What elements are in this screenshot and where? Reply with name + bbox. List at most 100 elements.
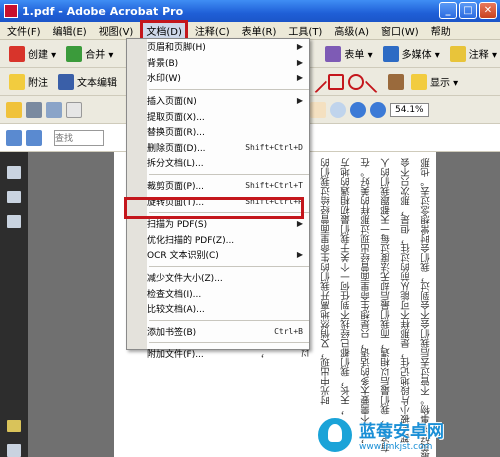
print-icon[interactable] xyxy=(26,101,42,118)
menu-item-label: 扫描为 PDF(S) xyxy=(147,220,208,231)
comments-panel-icon[interactable] xyxy=(7,419,21,433)
multimedia-icon xyxy=(382,45,399,62)
menu-separator xyxy=(149,319,309,321)
menu-window[interactable]: 窗口(W) xyxy=(376,22,424,39)
forms-button[interactable]: 表单 ▾ xyxy=(322,44,375,64)
bookmarks-panel-icon[interactable] xyxy=(7,190,21,204)
menu-edit[interactable]: 编辑(E) xyxy=(48,22,92,39)
menu-tools[interactable]: 工具(T) xyxy=(283,22,327,39)
hand-tool-icon[interactable] xyxy=(310,101,326,118)
email-icon[interactable] xyxy=(66,101,82,118)
zoom-level-field[interactable]: 54.1% xyxy=(390,102,429,117)
menu-separator xyxy=(149,265,309,267)
submenu-arrow-icon: ▶ xyxy=(296,57,303,67)
menu-view[interactable]: 视图(V) xyxy=(94,22,139,39)
document-menu-item[interactable]: 比较文档(A)... xyxy=(147,301,309,317)
show-button[interactable]: 显示 ▾ xyxy=(408,72,461,92)
menu-comments[interactable]: 注释(C) xyxy=(190,22,235,39)
rotate-highlight-box xyxy=(124,197,304,219)
document-menu-item[interactable]: 检查文档(I)... xyxy=(147,285,309,301)
menu-item-shortcut: Ctrl+B xyxy=(274,326,303,336)
attachments-panel-icon[interactable] xyxy=(7,444,21,457)
menu-item-label: 裁剪页面(P)... xyxy=(147,182,205,193)
pencil-tool-icon[interactable] xyxy=(364,70,388,93)
zoom-out-icon[interactable] xyxy=(350,101,366,118)
acrobat-app-icon xyxy=(4,4,18,18)
menu-separator xyxy=(149,342,309,344)
menu-icon-strip xyxy=(127,39,147,349)
document-menu-item[interactable]: 删除页面(D)... Shift+Ctrl+D xyxy=(147,140,309,156)
menu-item-label: 优化扫描的 PDF(Z)... xyxy=(147,235,235,246)
menu-forms[interactable]: 表单(R) xyxy=(237,22,282,39)
menu-item-label: 拆分文档(L)... xyxy=(147,159,204,170)
save-icon[interactable] xyxy=(46,101,62,118)
merge-label: 合并 ▾ xyxy=(85,50,114,61)
minimize-button[interactable]: _ xyxy=(439,2,457,19)
rectangle-tool-icon[interactable] xyxy=(328,73,344,90)
document-menu-item[interactable]: 拆分文档(L)... xyxy=(147,155,309,171)
zoom-in-icon[interactable] xyxy=(370,101,386,118)
submenu-arrow-icon: ▶ xyxy=(296,219,303,229)
menu-item-label: 页眉和页脚(H) xyxy=(147,43,206,54)
watermark-url: www.lmkjst.com xyxy=(359,442,433,452)
maximize-button[interactable]: □ xyxy=(459,2,477,19)
menu-item-label: 插入页面(N) xyxy=(147,97,197,108)
document-menu-item[interactable]: 提取页面(X)... xyxy=(147,108,309,124)
show-label: 显示 ▾ xyxy=(430,78,459,89)
menu-separator xyxy=(149,173,309,175)
comment-button[interactable]: 注释 ▾ xyxy=(447,44,500,64)
fit-page-icon[interactable] xyxy=(6,129,22,146)
eraser-tool-icon[interactable] xyxy=(388,73,404,90)
page-text-column: 都会被小片段地记住，是那样不可能从前的过往，但是，那次只不会 xyxy=(401,158,412,443)
window-titlebar: 1.pdf - Adobe Acrobat Pro _ □ ✕ xyxy=(0,0,500,22)
open-folder-icon[interactable] xyxy=(6,101,22,118)
create-button[interactable]: 创建 ▾ xyxy=(6,44,59,64)
menu-help[interactable]: 帮助 xyxy=(426,22,456,39)
navigation-panel xyxy=(0,152,28,457)
document-menu-item[interactable]: 附加文件(F)... xyxy=(147,346,309,362)
create-pdf-icon xyxy=(9,45,25,62)
create-label: 创建 ▾ xyxy=(28,50,57,61)
document-menu-item[interactable]: 添加书签(B) Ctrl+B xyxy=(147,324,309,340)
document-menu-item[interactable]: 优化扫描的 PDF(Z)... xyxy=(147,232,309,248)
forms-icon xyxy=(325,45,342,62)
attach-label: 附注 xyxy=(28,78,48,89)
document-menu-item[interactable]: 替换页面(R)... xyxy=(147,124,309,140)
oval-tool-icon[interactable] xyxy=(348,73,364,90)
document-menu-item[interactable]: 背景(B) ▶ xyxy=(147,55,309,71)
document-menu-item[interactable]: 插入页面(N) ▶ xyxy=(147,93,309,109)
watermark-title: 蓝莓安卓网 xyxy=(359,422,444,442)
sticky-note-icon xyxy=(9,73,25,90)
document-menu-item[interactable]: 水印(W) ▶ xyxy=(147,70,309,86)
zoom-tool-icon[interactable] xyxy=(330,101,346,118)
text-edit-button[interactable]: 文本编辑 xyxy=(55,72,120,92)
document-menu-item[interactable]: OCR 文本识别(C) ▶ xyxy=(147,247,309,263)
menu-item-label: OCR 文本识别(C) xyxy=(147,251,219,262)
attach-note-button[interactable]: 附注 xyxy=(6,72,51,92)
menu-file[interactable]: 文件(F) xyxy=(2,22,46,39)
multimedia-button[interactable]: 多媒体 ▾ xyxy=(380,44,443,64)
fit-width-icon[interactable] xyxy=(26,129,42,146)
forms-label: 表单 ▾ xyxy=(344,50,373,61)
merge-button[interactable]: 合并 ▾ xyxy=(63,44,116,64)
comment-icon xyxy=(449,45,466,62)
document-menu-item[interactable]: 裁剪页面(P)... Shift+Ctrl+T xyxy=(147,178,309,194)
submenu-arrow-icon: ▶ xyxy=(296,42,303,52)
submenu-arrow-icon: ▶ xyxy=(296,73,303,83)
find-input[interactable] xyxy=(54,129,104,146)
menu-item-label: 比较文档(A)... xyxy=(147,305,205,316)
submenu-arrow-icon: ▶ xyxy=(296,96,303,106)
document-menu-item[interactable]: 页眉和页脚(H) ▶ xyxy=(147,39,309,55)
pages-panel-icon[interactable] xyxy=(7,166,21,179)
menu-item-label: 提取页面(X)... xyxy=(147,112,205,123)
menu-item-label: 附加文件(F)... xyxy=(147,350,204,361)
signatures-panel-icon[interactable] xyxy=(7,215,21,228)
close-button[interactable]: ✕ xyxy=(479,2,497,19)
page-text-column: 时光中出现，又悄然地离开我们的生命里面曾经给过我们的 xyxy=(321,158,332,405)
site-watermark: 蓝莓安卓网 www.lmkjst.com xyxy=(315,412,500,457)
document-menu-item[interactable]: 减少文件大小(Z)... xyxy=(147,270,309,286)
show-comments-icon xyxy=(411,73,427,90)
menu-item-label: 减少文件大小(Z)... xyxy=(147,274,223,285)
menu-advanced[interactable]: 高级(A) xyxy=(329,22,374,39)
window-title: 1.pdf - Adobe Acrobat Pro xyxy=(22,4,184,18)
